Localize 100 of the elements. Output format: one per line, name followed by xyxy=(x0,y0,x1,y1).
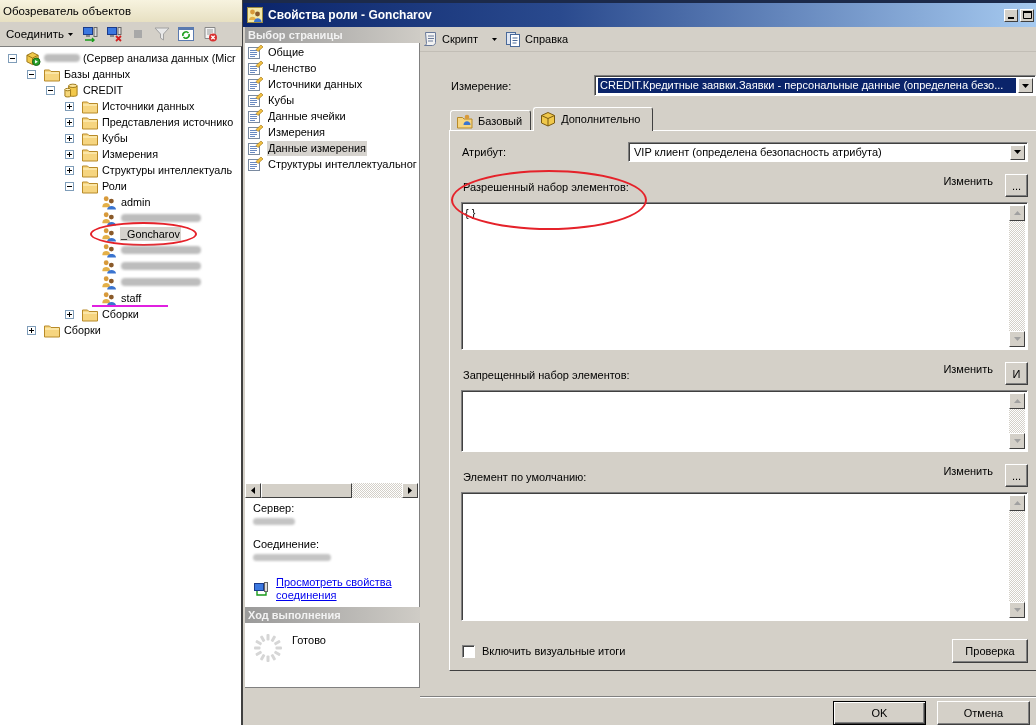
page-item[interactable]: Измерения xyxy=(267,124,327,140)
tree-item[interactable]: Измерения xyxy=(101,147,159,161)
document-icon xyxy=(505,31,521,47)
tree-item[interactable]: CREDIT xyxy=(82,83,125,97)
tab[interactable]: Базовый xyxy=(450,110,532,130)
page-item[interactable]: Структуры интеллектуальног xyxy=(267,156,418,172)
spinner-icon xyxy=(253,633,283,663)
expand-toggle[interactable] xyxy=(65,101,74,111)
vertical-scrollbar[interactable] xyxy=(1009,495,1025,618)
expand-toggle[interactable] xyxy=(65,165,74,175)
connect-button[interactable]: Соединить xyxy=(0,24,73,44)
right-arrow-icon xyxy=(408,487,412,494)
tree-item[interactable]: admin xyxy=(120,195,152,209)
tree-item[interactable]: Базы данных xyxy=(63,67,132,81)
scroll-left-button[interactable] xyxy=(245,483,261,498)
edit-label: Изменить xyxy=(943,363,993,375)
tree-item[interactable]: Источники данных xyxy=(101,99,196,113)
page-item[interactable]: Источники данных xyxy=(267,76,364,92)
down-arrow-icon xyxy=(1013,337,1021,341)
connection-label: Соединение: xyxy=(253,537,321,551)
folder-user-icon xyxy=(457,112,473,129)
checkbox[interactable] xyxy=(462,644,475,658)
folder-icon xyxy=(82,98,98,114)
down-arrow-icon xyxy=(1013,608,1021,612)
down-arrow-icon xyxy=(1014,150,1021,154)
computer-arrow-icon[interactable] xyxy=(82,26,98,42)
browse-button[interactable]: ... xyxy=(1005,174,1028,197)
expand-toggle[interactable] xyxy=(27,69,36,79)
expand-toggle[interactable] xyxy=(65,309,74,319)
minimize-button[interactable] xyxy=(1004,8,1018,22)
page-item[interactable]: Данные измерения xyxy=(267,140,368,156)
scroll-up-button[interactable] xyxy=(1009,495,1025,511)
page-item[interactable]: Членство xyxy=(267,60,318,76)
text-field[interactable] xyxy=(461,492,1028,621)
dropdown-button[interactable] xyxy=(1018,78,1033,93)
users-icon xyxy=(101,226,117,242)
tree-item[interactable]: Представления источнико xyxy=(101,115,235,129)
connection-properties-link[interactable]: Просмотреть свойства соединения xyxy=(276,576,401,602)
tab[interactable]: Дополнительно xyxy=(533,107,654,131)
field-label: Разрешенный набор элементов: xyxy=(463,181,629,193)
dropdown-button[interactable] xyxy=(1010,144,1025,160)
up-arrow-icon xyxy=(1013,211,1021,215)
tree-item[interactable]: Структуры интеллектуаль xyxy=(101,163,234,177)
database-icon xyxy=(63,82,79,98)
expand-toggle[interactable] xyxy=(65,117,74,127)
caret-icon[interactable] xyxy=(492,37,497,41)
expand-toggle[interactable] xyxy=(65,133,74,143)
page-item[interactable]: Кубы xyxy=(267,92,296,108)
help-button[interactable]: Справка xyxy=(503,29,571,49)
folder-icon xyxy=(82,306,98,322)
folder-icon xyxy=(82,146,98,162)
combobox[interactable]: CREDIT.Кредитные заявки.Заявки - персональные данные (определена безо... xyxy=(594,75,1036,96)
tree-item[interactable]: Сборки xyxy=(101,307,140,321)
caret-icon xyxy=(68,32,73,36)
users-icon xyxy=(101,242,117,258)
expand-toggle[interactable] xyxy=(27,325,36,335)
expand-toggle[interactable] xyxy=(65,149,74,159)
tree-item[interactable]: staff xyxy=(120,291,143,305)
field-label: Элемент по умолчанию: xyxy=(463,471,587,483)
vertical-scrollbar[interactable] xyxy=(1009,393,1025,449)
section-header: Выбор страницы xyxy=(245,27,420,43)
script-button[interactable]: Скрипт xyxy=(420,29,480,49)
scroll-up-button[interactable] xyxy=(1009,393,1025,409)
tree-item[interactable]: (Сервер анализа данных (Micr xyxy=(82,51,237,65)
vertical-scrollbar[interactable] xyxy=(1009,205,1025,347)
scrollbar-thumb[interactable] xyxy=(261,483,352,498)
scroll-up-button[interactable] xyxy=(1009,205,1025,221)
field-label: Атрибут: xyxy=(462,146,508,158)
scroll-down-button[interactable] xyxy=(1009,602,1025,618)
browse-button[interactable]: ... xyxy=(1005,464,1028,487)
document-cross-icon[interactable] xyxy=(202,26,218,42)
tree-item[interactable]: Роли xyxy=(101,179,128,193)
scroll-down-button[interactable] xyxy=(1009,331,1025,347)
computer-cross-icon[interactable] xyxy=(106,26,122,42)
expand-toggle[interactable] xyxy=(8,53,17,63)
ok-button[interactable]: OK xyxy=(833,701,926,725)
minimize-icon xyxy=(1008,16,1014,19)
page-item[interactable]: Общие xyxy=(267,44,306,60)
combobox[interactable]: VIP клиент (определена безопасность атрибута) xyxy=(628,142,1028,162)
maximize-button[interactable] xyxy=(1020,8,1034,22)
folder-icon xyxy=(82,178,98,194)
text-field[interactable] xyxy=(461,390,1028,452)
expand-toggle[interactable] xyxy=(46,85,55,95)
tree-item[interactable]: Сборки xyxy=(63,323,102,337)
horizontal-scrollbar[interactable] xyxy=(245,483,418,498)
tree-item[interactable]: _Goncharov xyxy=(120,227,181,241)
scroll-right-button[interactable] xyxy=(402,483,418,498)
up-arrow-icon xyxy=(1013,399,1021,403)
window-title: Свойства роли - Goncharov xyxy=(268,8,432,22)
panel-title: Обозреватель объектов xyxy=(0,0,242,22)
refresh-icon[interactable] xyxy=(178,26,194,42)
scroll-down-button[interactable] xyxy=(1009,433,1025,449)
expand-toggle[interactable] xyxy=(65,181,74,191)
cancel-button[interactable]: Отмена xyxy=(937,701,1030,725)
check-button[interactable]: Проверка xyxy=(952,639,1028,663)
folder-icon xyxy=(82,114,98,130)
tree-item[interactable]: Кубы xyxy=(101,131,129,145)
browse-button[interactable]: И xyxy=(1005,362,1028,385)
page-item[interactable]: Данные ячейки xyxy=(267,108,347,124)
field-label: Измерение: xyxy=(451,79,513,92)
